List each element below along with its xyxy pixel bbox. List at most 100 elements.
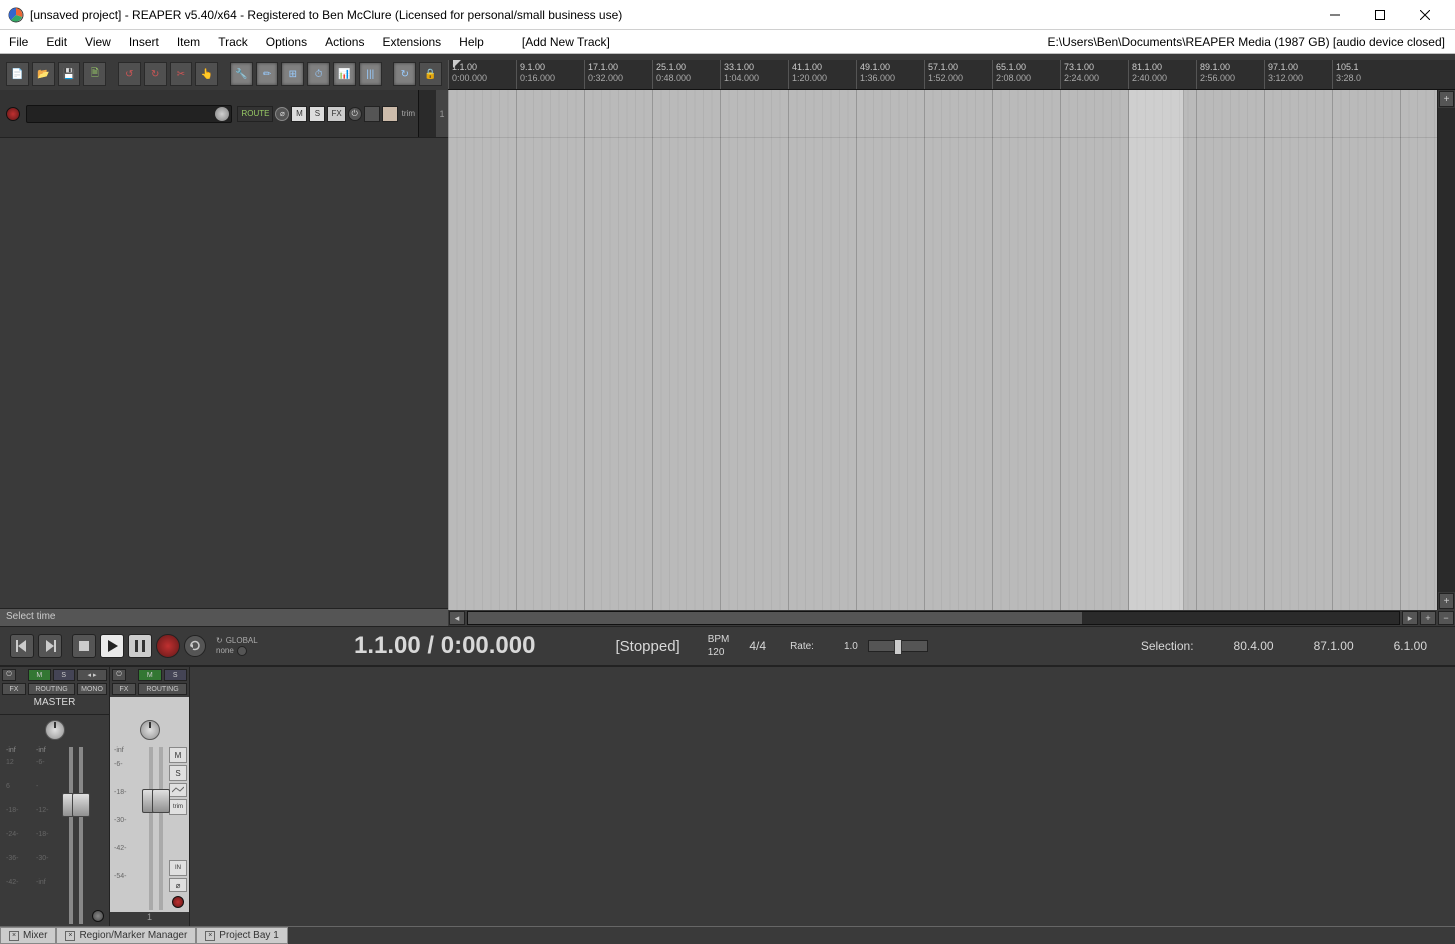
envelope-button[interactable] [364, 106, 380, 122]
toolbar-button-11[interactable]: ⏱ [307, 62, 330, 86]
tab-close-icon[interactable]: × [65, 931, 75, 941]
go-to-start-button[interactable] [10, 634, 34, 658]
tab-region-marker[interactable]: ×Region/Marker Manager [56, 927, 196, 944]
tab-close-icon[interactable]: × [205, 931, 215, 941]
fx-bypass-button[interactable]: ⏻ [348, 107, 362, 121]
master-pan-knob[interactable] [45, 720, 65, 740]
track-pan-knob[interactable] [140, 720, 160, 740]
toolbar-button-9[interactable]: ✏ [256, 62, 279, 86]
menu-track[interactable]: Track [209, 30, 257, 53]
menu-view[interactable]: View [76, 30, 120, 53]
vzoom-plus-button[interactable]: + [1439, 593, 1454, 609]
toolbar-button-8[interactable]: 🔧 [230, 62, 253, 86]
toolbar-button-3[interactable]: 🗎 [83, 62, 106, 86]
selection-start[interactable]: 80.4.00 [1234, 639, 1274, 653]
close-button[interactable] [1402, 1, 1447, 29]
channel-mute-button[interactable]: M [169, 747, 187, 763]
rate-value[interactable]: 1.0 [844, 641, 858, 652]
menu-insert[interactable]: Insert [120, 30, 168, 53]
channel-in-button[interactable]: IN [169, 860, 187, 876]
vertical-scrollbar[interactable] [1438, 108, 1455, 592]
tab-project-bay[interactable]: ×Project Bay 1 [196, 927, 287, 944]
rate-slider[interactable] [868, 640, 928, 652]
toolbar-button-12[interactable]: 📊 [333, 62, 356, 86]
scroll-left-button[interactable]: ◂ [449, 611, 465, 625]
master-mute-button[interactable]: M [28, 669, 51, 681]
maximize-button[interactable] [1357, 1, 1402, 29]
fx-button[interactable]: FX [327, 106, 345, 122]
selection-end[interactable]: 87.1.00 [1314, 639, 1354, 653]
menu-actions[interactable]: Actions [316, 30, 373, 53]
route-button[interactable]: ROUTE [237, 106, 273, 122]
solo-button[interactable]: S [309, 106, 325, 122]
scroll-right-button[interactable]: ▸ [1402, 611, 1418, 625]
toolbar-button-10[interactable]: ⊞ [281, 62, 304, 86]
menu-file[interactable]: File [0, 30, 37, 53]
timeline-ruler[interactable]: 1.1.000:00.0009.1.000:16.00017.1.000:32.… [448, 60, 1455, 90]
record-button[interactable] [156, 634, 180, 658]
toolbar-button-4[interactable]: ↺ [118, 62, 141, 86]
mixer-track-channel[interactable]: ⏻ FX M S ROUTING -inf-6--18--30--42--54- [110, 667, 190, 926]
menu-extensions[interactable]: Extensions [373, 30, 450, 53]
master-output-icon[interactable]: ◂ ▸ [77, 669, 107, 681]
toolbar-button-14[interactable]: ↻ [393, 62, 416, 86]
horizontal-scrollbar[interactable] [467, 611, 1400, 625]
time-signature[interactable]: 4/4 [749, 639, 766, 653]
toolbar-button-15[interactable]: 🔒 [419, 62, 442, 86]
master-fx-button[interactable]: FX [2, 683, 26, 695]
toolbar-button-2[interactable]: 💾 [58, 62, 81, 86]
tab-mixer[interactable]: ×Mixer [0, 927, 56, 944]
track-fx-button[interactable]: FX [112, 683, 136, 695]
track-panel-empty-area[interactable] [0, 138, 448, 608]
toolbar-button-1[interactable]: 📂 [32, 62, 55, 86]
toolbar-button-5[interactable]: ↻ [144, 62, 167, 86]
track-fader-2[interactable] [159, 747, 163, 910]
channel-solo-button[interactable]: S [169, 765, 187, 781]
master-fx-bypass-icon[interactable]: ⏻ [2, 669, 16, 681]
master-solo-button[interactable]: S [53, 669, 76, 681]
track-mute-button[interactable]: M [138, 669, 162, 681]
menu-item[interactable]: Item [168, 30, 209, 53]
track-label[interactable] [110, 697, 189, 715]
master-fader-2[interactable] [79, 747, 83, 924]
add-new-track[interactable]: [Add New Track] [513, 30, 619, 53]
master-channel[interactable]: ⏻ FX M S ROUTING ◂ ▸ MONO MASTER -inf126… [0, 667, 110, 926]
automation-global[interactable]: ↻ GLOBAL none [216, 636, 266, 656]
go-to-end-button[interactable] [38, 634, 62, 658]
selection-length[interactable]: 6.1.00 [1394, 639, 1427, 653]
track-fx-bypass-icon[interactable]: ⏻ [112, 669, 126, 681]
channel-trim-button[interactable]: trim [169, 799, 187, 815]
master-routing-button[interactable]: ROUTING [28, 683, 75, 695]
menu-edit[interactable]: Edit [37, 30, 76, 53]
play-cursor-marker[interactable] [453, 60, 463, 70]
track-row[interactable]: ROUTE ⌀ M S FX ⏻ trim 1 [0, 90, 448, 138]
track-routing-button[interactable]: ROUTING [138, 683, 187, 695]
bpm-value[interactable]: 120 [708, 646, 730, 659]
minimize-button[interactable] [1312, 1, 1357, 29]
repeat-button[interactable] [184, 635, 206, 657]
stop-button[interactable] [72, 634, 96, 658]
channel-recarm-button[interactable] [172, 896, 184, 908]
phase-button[interactable]: ⌀ [275, 107, 289, 121]
mixer-track-number[interactable]: 1 [110, 912, 189, 926]
mute-button[interactable]: M [291, 106, 307, 122]
toolbar-button-0[interactable]: 📄 [6, 62, 29, 86]
tab-close-icon[interactable]: × [9, 931, 19, 941]
arrange-view[interactable]: + + ◂ ▸ + − [448, 90, 1455, 626]
channel-phase-icon[interactable]: ⌀ [169, 878, 187, 892]
hzoom-plus-button[interactable]: + [1420, 611, 1436, 625]
hzoom-minus-button[interactable]: − [1438, 611, 1454, 625]
track-number[interactable]: 1 [436, 90, 448, 137]
time-display[interactable]: 1.1.00 / 0:00.000 [354, 632, 535, 660]
time-selection[interactable] [1128, 90, 1184, 610]
play-button[interactable] [100, 634, 124, 658]
menu-options[interactable]: Options [257, 30, 316, 53]
toolbar-button-13[interactable]: ||| [359, 62, 382, 86]
toolbar-button-7[interactable]: 👆 [195, 62, 218, 86]
track-solo-button[interactable]: S [164, 669, 188, 681]
master-mono-button[interactable]: MONO [77, 683, 107, 695]
automation-mode-button[interactable] [382, 106, 398, 122]
pause-button[interactable] [128, 634, 152, 658]
toolbar-button-6[interactable]: ✂ [170, 62, 193, 86]
track-volume-slider[interactable] [26, 105, 232, 123]
